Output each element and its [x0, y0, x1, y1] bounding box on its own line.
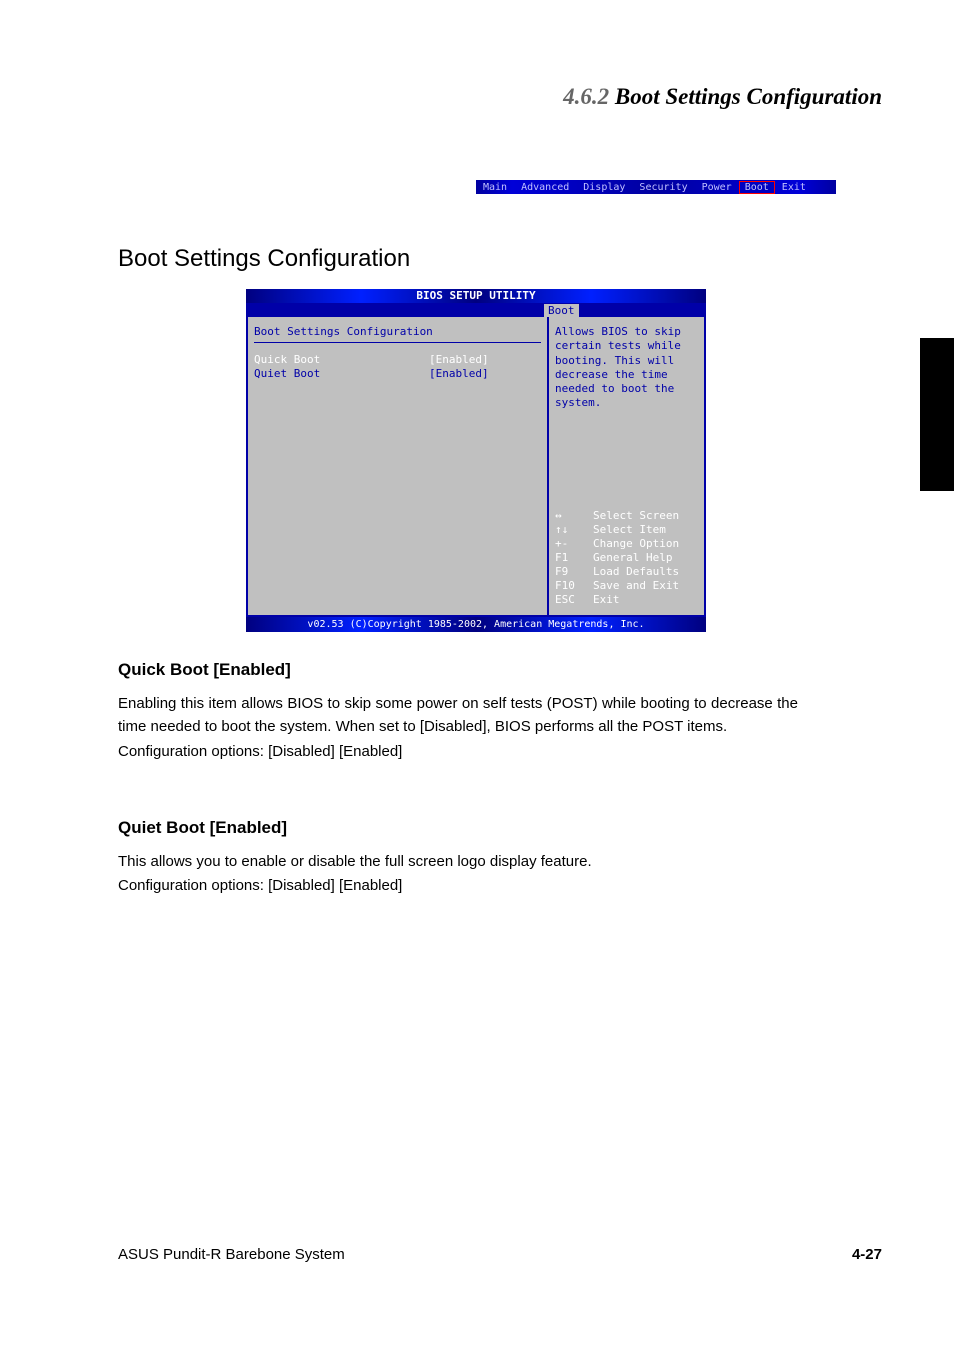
nav-row: F1 General Help — [555, 551, 698, 564]
nav-key: ESC — [555, 593, 593, 606]
quiet-boot-section: Quiet Boot [Enabled] This allows you to … — [118, 818, 798, 894]
page-header: 4.6.2 Boot Settings Configuration — [563, 84, 882, 110]
bios-title-bar: BIOS SETUP UTILITY — [246, 289, 706, 303]
nav-key: ↑↓ — [555, 523, 593, 536]
nav-action: Exit — [593, 593, 620, 606]
nav-key: ↔ — [555, 509, 593, 522]
nav-action: Select Screen — [593, 509, 679, 522]
nav-action: General Help — [593, 551, 672, 564]
section-title: Boot Settings Configuration — [615, 84, 882, 109]
bios-footer: v02.53 (C)Copyright 1985-2002, American … — [246, 617, 706, 632]
nav-row: F9 Load Defaults — [555, 565, 698, 578]
nav-row: F10 Save and Exit — [555, 579, 698, 592]
top-tab-boot: Boot — [739, 181, 775, 194]
quiet-boot-heading: Quiet Boot [Enabled] — [118, 818, 798, 838]
bios-row-label: Quick Boot — [254, 353, 429, 366]
top-tab-display: Display — [576, 182, 632, 193]
nav-key: F10 — [555, 579, 593, 592]
nav-action: Change Option — [593, 537, 679, 550]
subtitle: Boot Settings Configuration — [118, 245, 410, 273]
bios-row-value: [Enabled] — [429, 353, 489, 366]
nav-action: Select Item — [593, 523, 666, 536]
section-number: 4.6.2 — [563, 84, 609, 109]
quick-boot-values: Configuration options: [Disabled] [Enabl… — [118, 743, 798, 760]
quiet-boot-body: This allows you to enable or disable the… — [118, 850, 798, 873]
nav-key: F9 — [555, 565, 593, 578]
quiet-boot-values: Configuration options: [Disabled] [Enabl… — [118, 877, 798, 894]
top-tab-power: Power — [695, 182, 739, 193]
nav-row: ↔ Select Screen — [555, 509, 698, 522]
nav-action: Load Defaults — [593, 565, 679, 578]
footer-page: 4-27 — [852, 1246, 882, 1263]
bios-row-label: Quiet Boot — [254, 367, 429, 380]
nav-row: ↑↓ Select Item — [555, 523, 698, 536]
quick-boot-body: Enabling this item allows BIOS to skip s… — [118, 692, 798, 739]
bios-menu-boot: Boot — [544, 304, 579, 317]
bios-row-quick-boot: Quick Boot [Enabled] — [254, 353, 541, 366]
bios-right-panel: Allows BIOS to skip certain tests while … — [548, 317, 706, 617]
bios-row-value: [Enabled] — [429, 367, 489, 380]
quick-boot-heading: Quick Boot [Enabled] — [118, 660, 798, 680]
nav-row: ESC Exit — [555, 593, 698, 606]
bios-menu-bar: Boot — [246, 303, 706, 317]
bios-left-panel: Boot Settings Configuration Quick Boot [… — [246, 317, 548, 617]
nav-key: F1 — [555, 551, 593, 564]
bios-nav-keys: ↔ Select Screen ↑↓ Select Item +- Change… — [555, 509, 698, 607]
nav-key: +- — [555, 537, 593, 550]
footer-text: ASUS Pundit-R Barebone System — [118, 1246, 345, 1263]
bios-body: Boot Settings Configuration Quick Boot [… — [246, 317, 706, 617]
bios-section-header: Boot Settings Configuration — [254, 325, 541, 343]
top-tab-exit: Exit — [775, 182, 813, 193]
bios-help-text: Allows BIOS to skip certain tests while … — [555, 325, 698, 411]
top-tab-main: Main — [476, 182, 514, 193]
top-tab-security: Security — [632, 182, 694, 193]
top-tabs-bar: Main Advanced Display Security Power Boo… — [476, 180, 836, 194]
nav-action: Save and Exit — [593, 579, 679, 592]
bios-screen: BIOS SETUP UTILITY Boot Boot Settings Co… — [246, 289, 706, 632]
nav-row: +- Change Option — [555, 537, 698, 550]
bios-row-quiet-boot: Quiet Boot [Enabled] — [254, 367, 541, 380]
side-tab — [920, 338, 954, 491]
quick-boot-section: Quick Boot [Enabled] Enabling this item … — [118, 660, 798, 760]
top-tab-advanced: Advanced — [514, 182, 576, 193]
